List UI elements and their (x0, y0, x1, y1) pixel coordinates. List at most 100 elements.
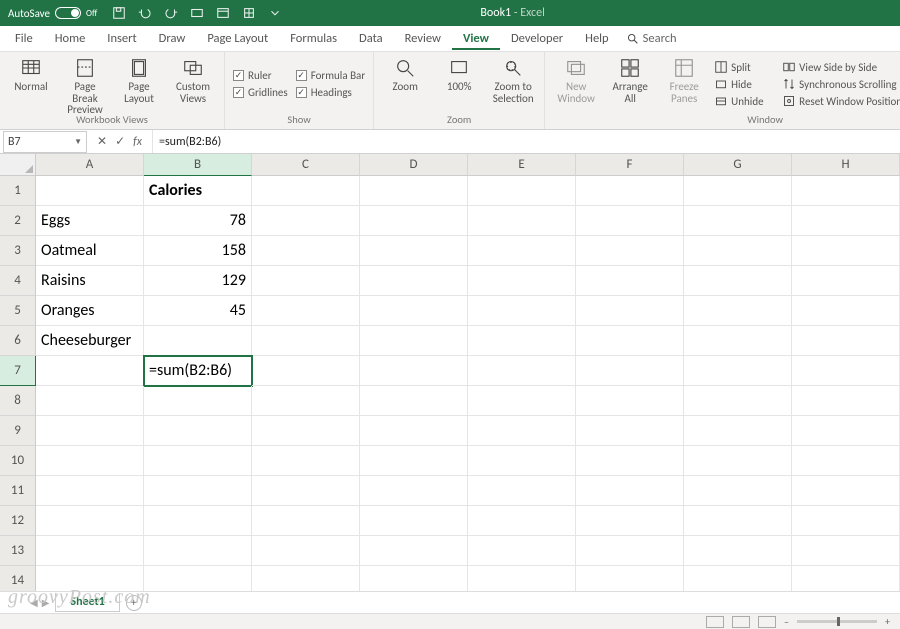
sheet-tab-active[interactable]: Sheet1 (55, 593, 119, 612)
cell[interactable] (468, 416, 576, 446)
cell[interactable] (36, 446, 144, 476)
column-header[interactable]: F (576, 154, 684, 176)
cell[interactable] (360, 506, 468, 536)
cell[interactable] (360, 206, 468, 236)
cell[interactable] (684, 506, 792, 536)
cell[interactable] (576, 356, 684, 386)
qat-icon[interactable] (213, 3, 233, 23)
cell[interactable] (252, 356, 360, 386)
formula-input[interactable]: =sum(B2:B6) (152, 130, 900, 153)
cell[interactable] (252, 446, 360, 476)
cell[interactable]: 78 (144, 206, 252, 236)
cell[interactable] (252, 536, 360, 566)
cell[interactable] (792, 206, 900, 236)
tab-insert[interactable]: Insert (96, 27, 147, 50)
tab-home[interactable]: Home (44, 27, 97, 50)
row-header[interactable]: 13 (0, 536, 36, 566)
custom-views-button[interactable]: Custom Views (170, 55, 216, 104)
cell[interactable] (576, 416, 684, 446)
cell[interactable] (468, 446, 576, 476)
cell[interactable] (36, 386, 144, 416)
cell[interactable] (468, 506, 576, 536)
sheet-nav-next-icon[interactable]: ▶ (42, 596, 50, 609)
column-header[interactable]: G (684, 154, 792, 176)
column-header[interactable]: H (792, 154, 900, 176)
cell[interactable] (684, 326, 792, 356)
zoom-100-button[interactable]: 100% (436, 55, 482, 93)
split-button[interactable]: Split (715, 61, 775, 74)
cell[interactable] (684, 386, 792, 416)
cell[interactable] (252, 236, 360, 266)
sync-scrolling-button[interactable]: Synchronous Scrolling (783, 78, 900, 91)
undo-icon[interactable] (135, 3, 155, 23)
column-header[interactable]: A (36, 154, 144, 176)
cell[interactable] (252, 326, 360, 356)
page-layout-view-icon[interactable] (732, 616, 750, 628)
cell[interactable]: Raisins (36, 266, 144, 296)
cell[interactable]: 45 (144, 296, 252, 326)
cell[interactable] (36, 416, 144, 446)
tell-me-search[interactable]: Search (626, 31, 677, 46)
qat-icon[interactable] (239, 3, 259, 23)
cell[interactable] (360, 296, 468, 326)
tab-view[interactable]: View (452, 27, 500, 50)
qat-icon[interactable] (187, 3, 207, 23)
cell[interactable]: 129 (144, 266, 252, 296)
cell[interactable] (252, 206, 360, 236)
cell[interactable] (792, 506, 900, 536)
tab-file[interactable]: File (4, 27, 44, 50)
page-layout-button[interactable]: Page Layout (116, 55, 162, 104)
row-header[interactable]: 12 (0, 506, 36, 536)
zoom-out-button[interactable]: – (784, 615, 789, 628)
gridlines-checkbox[interactable]: ✓Gridlines (233, 86, 288, 99)
zoom-selection-button[interactable]: Zoom to Selection (490, 55, 536, 104)
hide-button[interactable]: Hide (715, 78, 775, 91)
cell[interactable] (144, 446, 252, 476)
qat-dropdown-icon[interactable] (265, 3, 285, 23)
ruler-checkbox[interactable]: ✓Ruler (233, 69, 288, 82)
column-header[interactable]: C (252, 154, 360, 176)
cell[interactable] (792, 416, 900, 446)
tab-review[interactable]: Review (394, 27, 452, 50)
cell[interactable] (252, 176, 360, 206)
cell[interactable] (684, 356, 792, 386)
cell[interactable] (360, 236, 468, 266)
cell[interactable] (360, 416, 468, 446)
cell[interactable] (684, 296, 792, 326)
row-header[interactable]: 11 (0, 476, 36, 506)
cell[interactable]: Oranges (36, 296, 144, 326)
normal-view-icon[interactable] (706, 616, 724, 628)
page-break-preview-button[interactable]: Page Break Preview (62, 55, 108, 116)
cell[interactable] (792, 536, 900, 566)
save-icon[interactable] (109, 3, 129, 23)
cell[interactable] (684, 476, 792, 506)
cell[interactable]: Eggs (36, 206, 144, 236)
tab-developer[interactable]: Developer (500, 27, 574, 50)
zoom-button[interactable]: Zoom (382, 55, 428, 93)
cell[interactable]: Calories (144, 176, 252, 206)
cell[interactable] (468, 206, 576, 236)
cell[interactable] (684, 176, 792, 206)
cell[interactable] (684, 206, 792, 236)
cell[interactable] (144, 326, 252, 356)
cell[interactable] (144, 476, 252, 506)
cell[interactable] (36, 536, 144, 566)
row-header[interactable]: 1 (0, 176, 36, 206)
cell[interactable] (792, 386, 900, 416)
row-header[interactable]: 2 (0, 206, 36, 236)
cell[interactable] (576, 446, 684, 476)
cell[interactable] (360, 386, 468, 416)
tab-data[interactable]: Data (348, 27, 394, 50)
cell[interactable] (360, 176, 468, 206)
autosave-toggle[interactable]: AutoSave Off (0, 7, 105, 20)
cell[interactable] (576, 536, 684, 566)
cell[interactable] (576, 476, 684, 506)
cell[interactable] (576, 206, 684, 236)
cell[interactable] (252, 506, 360, 536)
new-sheet-button[interactable]: + (126, 595, 142, 611)
formula-bar-checkbox[interactable]: ✓Formula Bar (296, 69, 365, 82)
cell[interactable] (792, 446, 900, 476)
cell[interactable] (360, 266, 468, 296)
row-header[interactable]: 7 (0, 356, 36, 386)
cell[interactable] (576, 176, 684, 206)
